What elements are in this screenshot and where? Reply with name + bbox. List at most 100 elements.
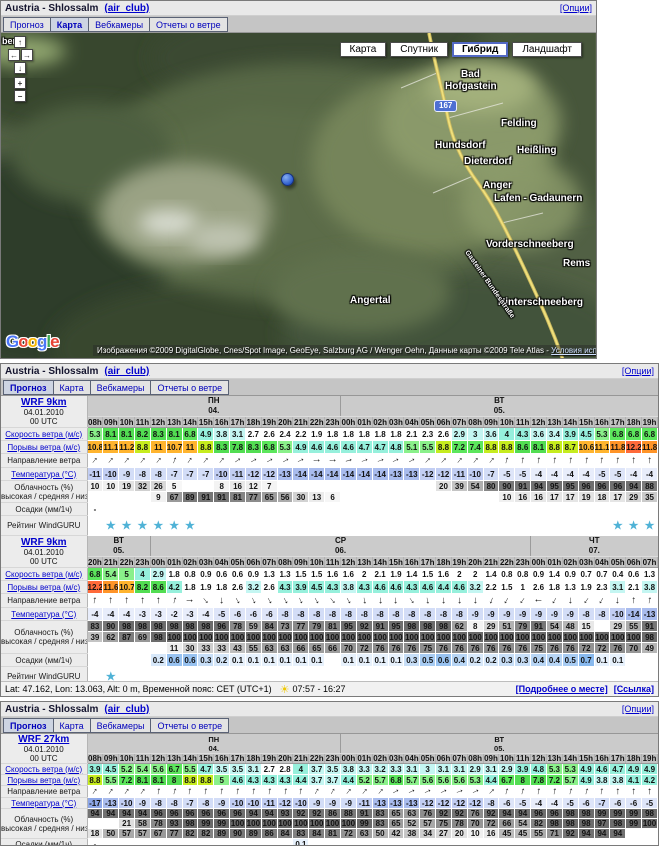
cell: 8.8: [546, 441, 562, 454]
options-link[interactable]: [Опции]: [622, 704, 654, 714]
pan-left-button[interactable]: ←: [8, 49, 20, 61]
row-label: Температура (°C): [1, 608, 87, 621]
terms-link[interactable]: Условия использования: [551, 346, 596, 355]
wind-arrow-icon: ↑: [121, 786, 131, 798]
map-type-button[interactable]: Карта: [340, 42, 387, 57]
tab-4[interactable]: Отчеты о ветре: [149, 17, 228, 32]
wind-speed-link[interactable]: Скорость ветра (м/с): [5, 765, 82, 774]
cell: 54: [515, 819, 531, 829]
wind-speed-link[interactable]: Скорость ветра (м/с): [5, 430, 82, 439]
cell: 94: [245, 809, 261, 819]
cell: 4.5: [103, 764, 119, 775]
club-link[interactable]: (air_club): [104, 704, 149, 715]
tab-4[interactable]: Отчеты о ветре: [150, 380, 229, 395]
cell: 52: [404, 819, 420, 829]
wind-gusts-link[interactable]: Порывы ветра (м/с): [7, 583, 80, 592]
cell: [515, 503, 531, 516]
tab-1[interactable]: Прогноз: [3, 718, 54, 733]
cell: [341, 481, 357, 492]
cell: 4.7: [610, 764, 626, 775]
hour-header: 19h: [642, 417, 658, 428]
cell: -6: [261, 608, 277, 621]
tab-2[interactable]: Карта: [53, 380, 91, 395]
rating-cell: ★: [166, 516, 182, 536]
tab-2[interactable]: Карта: [50, 17, 89, 32]
hour-header: 11h: [515, 417, 531, 428]
hour-header: 13h: [546, 754, 562, 764]
cell: 100: [277, 819, 293, 829]
model-link[interactable]: WRF 9km: [21, 537, 67, 548]
wind-arrow-icon: ↑: [312, 786, 322, 798]
cell: [103, 503, 119, 516]
rating-cell: [642, 667, 658, 682]
cell: 0.1: [261, 654, 277, 667]
cell: -5: [515, 798, 531, 809]
cell: -3: [135, 608, 151, 621]
tab-3[interactable]: Вебкамеры: [88, 17, 150, 32]
map-type-button[interactable]: Ландшафт: [512, 42, 582, 57]
options-link[interactable]: [Опции]: [622, 366, 654, 376]
cell: 8.2: [135, 581, 151, 594]
wind-direction-cell: ↑: [499, 454, 515, 468]
cell: -7: [182, 468, 198, 481]
share-link[interactable]: [Ссылка]: [614, 684, 654, 694]
model-link[interactable]: WRF 9km: [21, 397, 67, 408]
cell: 5.3: [467, 775, 483, 786]
cell: -3: [150, 608, 166, 621]
wind-arrow-icon: ↑: [327, 595, 338, 607]
map-type-button[interactable]: Гибрид: [452, 42, 508, 57]
zoom-out-button[interactable]: −: [14, 90, 26, 102]
wind-direction-cell: ↑: [610, 594, 626, 608]
spot-details-link[interactable]: [Подробнее о месте]: [516, 684, 608, 694]
cell: [309, 503, 325, 516]
cell: 79: [309, 621, 325, 632]
tab-4[interactable]: Отчеты о ветре: [150, 718, 229, 733]
tabbar: ПрогнозКартаВебкамерыОтчеты о ветре: [1, 379, 658, 396]
wind-direction-cell: ↑: [277, 454, 293, 468]
temperature-link[interactable]: Температура (°C): [11, 470, 76, 479]
cell: 1.5: [420, 568, 436, 581]
page-title: Austria - Shlossalm: [5, 704, 98, 715]
cell: 70: [341, 643, 357, 654]
pan-right-button[interactable]: →: [21, 49, 33, 61]
pan-up-button[interactable]: ↑: [14, 36, 26, 48]
pan-down-button[interactable]: ↓: [14, 62, 26, 74]
clouds-row: 2158789398999910010010010010010010010099…: [1, 819, 658, 829]
tab-2[interactable]: Карта: [53, 718, 91, 733]
cell: [404, 839, 420, 846]
cell: [103, 643, 119, 654]
satellite-map[interactable]: bergBadHofgasteinFeldingHundsdorfHeißlin…: [1, 33, 596, 358]
cell: 55: [626, 621, 642, 632]
cell: 3.3: [388, 764, 404, 775]
club-link[interactable]: (air_club): [104, 366, 149, 377]
cell: -12: [277, 798, 293, 809]
tab-1[interactable]: Прогноз: [3, 380, 54, 395]
cell: 8.1: [119, 428, 135, 441]
cell: 91: [515, 481, 531, 492]
options-link[interactable]: [Опции]: [560, 3, 592, 13]
wind-gusts-link[interactable]: Порывы ветра (м/с): [7, 776, 80, 785]
wind-direction-cell: ↑: [451, 594, 467, 608]
cell: -12: [261, 468, 277, 481]
zoom-in-button[interactable]: +: [14, 77, 26, 89]
cell: [531, 503, 547, 516]
wind-speed-link[interactable]: Скорость ветра (м/с): [5, 570, 82, 579]
tab-1[interactable]: Прогноз: [3, 17, 51, 32]
rating-cell: [309, 516, 325, 536]
model-link[interactable]: WRF 27km: [18, 734, 69, 745]
cell: 6.8: [388, 775, 404, 786]
cell: [642, 829, 658, 839]
spot-marker[interactable]: [281, 173, 294, 186]
temperature-link[interactable]: Температура (°C): [11, 799, 76, 808]
temperature-link[interactable]: Температура (°C): [11, 610, 76, 619]
club-link[interactable]: (air_club): [104, 3, 149, 14]
wind-direction-cell: ↑: [467, 786, 483, 798]
tab-3[interactable]: Вебкамеры: [90, 718, 152, 733]
map-type-button[interactable]: Спутник: [390, 42, 448, 57]
tab-3[interactable]: Вебкамеры: [90, 380, 152, 395]
rating-cell: [436, 667, 452, 682]
cell: 94: [87, 809, 103, 819]
model-run-date: 04.01.2010: [1, 548, 87, 557]
wind-gusts-link[interactable]: Порывы ветра (м/с): [7, 443, 80, 452]
wind-direction-cell: ↑: [578, 454, 594, 468]
